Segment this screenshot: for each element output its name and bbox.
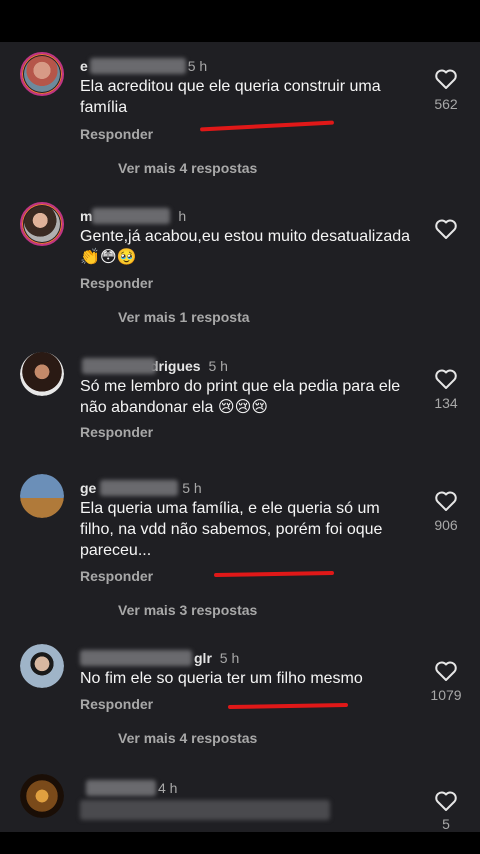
comment-text: No fim ele so queria ter um filho mesmo xyxy=(80,670,363,687)
red-underline xyxy=(199,120,335,132)
avatar[interactable] xyxy=(20,644,64,688)
avatar[interactable] xyxy=(20,202,64,246)
reply-button[interactable]: Responder xyxy=(80,126,153,142)
comment-text: Ela queria uma família, e ele queria só … xyxy=(80,500,383,559)
like-count: 906 xyxy=(434,517,458,533)
heart-icon[interactable] xyxy=(434,218,458,240)
comment-time: 5 h xyxy=(187,58,208,74)
reply-button[interactable]: Responder xyxy=(80,424,153,440)
comment-time: 5 h xyxy=(208,358,228,374)
reply-button[interactable]: Responder xyxy=(80,696,153,712)
avatar[interactable] xyxy=(20,52,64,96)
like-count: 562 xyxy=(434,96,458,112)
redacted-comment-text xyxy=(80,800,330,820)
redacted-name xyxy=(82,358,156,374)
comment-text: Ela acreditou que ele queria construir u… xyxy=(80,78,381,116)
comment-time: 5 h xyxy=(182,480,202,496)
view-more-replies-button[interactable]: Ver mais 4 respostas xyxy=(118,160,257,176)
heart-icon[interactable] xyxy=(434,68,458,90)
view-more-replies-button[interactable]: Ver mais 4 respostas xyxy=(118,730,257,746)
avatar[interactable] xyxy=(20,774,64,818)
navigation-bar xyxy=(0,832,480,854)
like-count: 134 xyxy=(434,395,458,411)
comment-time: 5 h xyxy=(219,650,240,666)
comment-text: Só me lembro do print que ela pedia para… xyxy=(80,378,401,416)
view-more-replies-button[interactable]: Ver mais 1 resposta xyxy=(118,309,250,325)
reply-button[interactable]: Responder xyxy=(80,275,153,291)
redacted-name xyxy=(92,208,170,224)
comment-time: 4 h xyxy=(158,780,178,796)
redacted-name xyxy=(80,650,192,666)
comment-text: Gente,já acabou,eu estou muito desatuali… xyxy=(80,228,411,266)
heart-icon[interactable] xyxy=(434,790,458,812)
heart-icon[interactable] xyxy=(434,368,458,390)
reply-button[interactable]: Responder xyxy=(80,568,153,584)
avatar[interactable] xyxy=(20,352,64,396)
red-underline xyxy=(227,702,349,710)
heart-icon[interactable] xyxy=(434,660,458,682)
redacted-name xyxy=(90,58,186,74)
redacted-name xyxy=(100,480,178,496)
red-underline xyxy=(213,570,335,578)
status-bar xyxy=(0,0,480,42)
comment-time: h xyxy=(178,208,187,224)
redacted-name xyxy=(86,780,156,796)
heart-icon[interactable] xyxy=(434,490,458,512)
view-more-replies-button[interactable]: Ver mais 3 respostas xyxy=(118,602,257,618)
avatar[interactable] xyxy=(20,474,64,518)
like-count: 1079 xyxy=(430,687,462,703)
like-count: 5 xyxy=(442,816,450,832)
